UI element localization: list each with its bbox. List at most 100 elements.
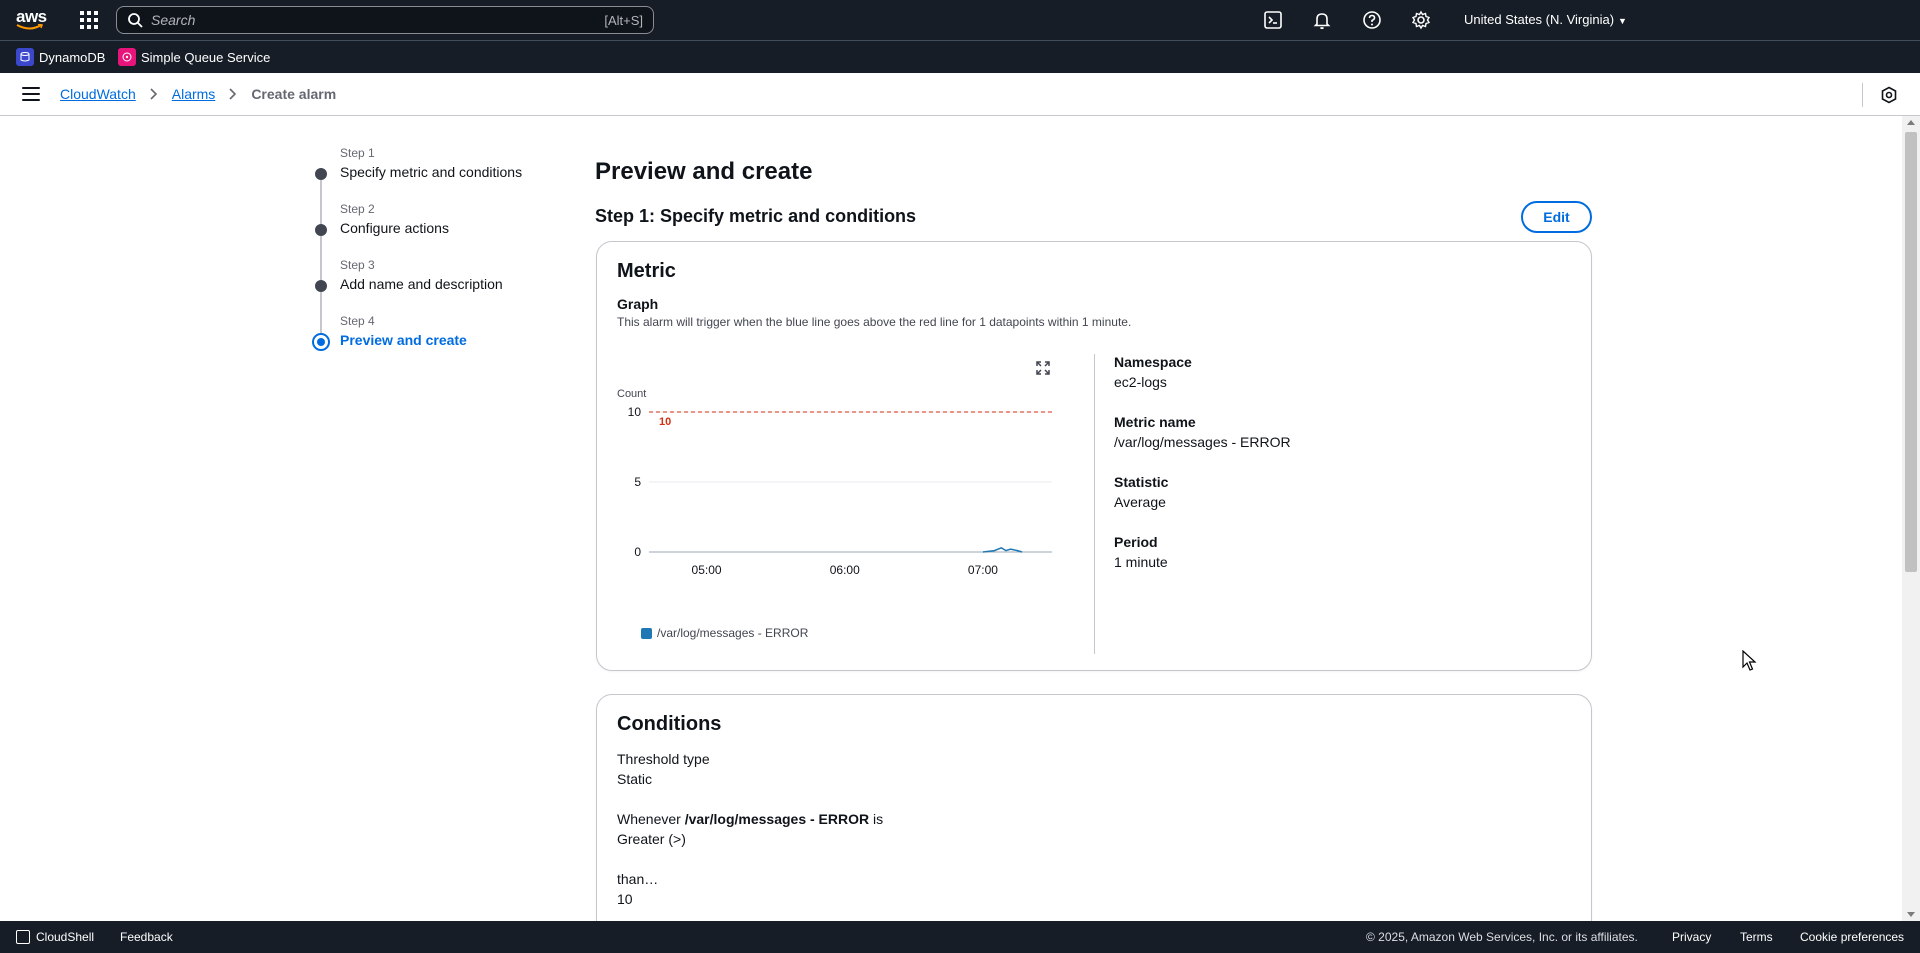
than-value: 10 [617,891,633,907]
scroll-down-icon[interactable] [1907,912,1915,917]
edit-button[interactable]: Edit [1521,201,1592,233]
cloudshell-label: CloudShell [36,930,95,944]
wizard-step-4: Step 4 Preview and create [310,314,550,370]
chart-legend[interactable]: /var/log/messages - ERROR [641,626,808,640]
field-value: Average [1114,494,1166,510]
favorite-sqs[interactable]: Simple Queue Service [118,48,270,66]
threshold-type-label: Threshold type [617,751,710,767]
search-input[interactable] [151,12,605,28]
bell-icon[interactable] [1312,10,1332,30]
cookie-preferences-link[interactable]: Cookie preferences [1800,930,1904,944]
graph-description: This alarm will trigger when the blue li… [617,315,1132,329]
caret-down-icon: ▼ [1618,16,1627,26]
privacy-link[interactable]: Privacy [1672,930,1711,944]
step-dot [315,224,327,236]
divider [1094,354,1095,654]
namespace-field: Namespace ec2-logs [1114,354,1192,390]
favorites-bar: DynamoDB Simple Queue Service [0,40,1920,73]
feedback-link[interactable]: Feedback [120,930,173,944]
comparison-value: Greater (>) [617,831,686,847]
step-number: Step 1 [340,146,375,160]
step-label: Configure actions [340,220,449,236]
field-label: Statistic [1114,474,1169,490]
search-bar[interactable]: [Alt+S] [116,6,654,34]
step-dot [315,280,327,292]
than-label: than… [617,871,659,887]
step-dot-active [312,333,330,351]
chevron-right-icon [150,88,157,100]
favorite-dynamodb[interactable]: DynamoDB [16,48,105,66]
metric-card: Metric Graph This alarm will trigger whe… [596,241,1592,671]
mouse-cursor-icon [1742,650,1757,671]
y-tick-label: 5 [634,475,641,489]
field-value: ec2-logs [1114,374,1167,390]
y-axis-label: Count [617,388,646,400]
series-line [982,546,1023,553]
top-navigation: aws [Alt+S] United States (N. Virginia)▼ [0,0,1920,40]
aws-logo[interactable]: aws [16,8,50,32]
aws-logo-text: aws [16,7,47,26]
x-tick-label: 07:00 [968,563,998,577]
statistic-field: Statistic Average [1114,474,1168,510]
card-title: Metric [617,260,676,282]
breadcrumb: CloudWatch Alarms Create alarm [60,86,336,102]
search-shortcut: [Alt+S] [604,12,643,28]
scroll-up-icon[interactable] [1907,120,1915,125]
whenever-text: Whenever /var/log/messages - ERROR is [617,811,883,827]
threshold-label: 10 [659,416,671,428]
card-title: Conditions [617,713,722,735]
menu-icon[interactable] [22,87,40,101]
wizard-steps: Step 1 Specify metric and conditions Ste… [310,146,550,370]
y-tick-label: 0 [634,545,641,559]
scrollbar-thumb[interactable] [1905,132,1917,572]
x-tick-label: 05:00 [692,563,722,577]
copyright: © 2025, Amazon Web Services, Inc. or its… [1366,930,1638,944]
step-label: Specify metric and conditions [340,164,523,180]
dynamodb-icon [16,48,34,66]
breadcrumb-alarms[interactable]: Alarms [172,86,216,102]
gear-icon[interactable] [1411,10,1431,30]
graph-label: Graph [617,296,659,312]
wizard-step-1[interactable]: Step 1 Specify metric and conditions [310,146,550,224]
hexagon-settings-icon[interactable] [1880,86,1898,104]
services-grid-icon[interactable] [80,11,98,29]
sqs-icon [118,48,136,66]
wizard-step-3[interactable]: Step 3 Add name and description [310,258,550,336]
favorite-label: DynamoDB [39,49,106,65]
step-number: Step 4 [340,314,375,328]
page-title: Preview and create [595,158,813,185]
cloudshell-icon[interactable] [1263,10,1283,30]
field-value: /var/log/messages - ERROR [1114,434,1291,450]
threshold-type-value: Static [617,771,653,787]
chevron-right-icon [229,88,237,100]
cloudshell-icon [16,930,30,944]
step-number: Step 3 [340,258,375,272]
metric-name-field: Metric name /var/log/messages - ERROR [1114,414,1291,450]
breadcrumb-cloudwatch[interactable]: CloudWatch [60,86,136,102]
breadcrumb-current: Create alarm [251,86,337,102]
whenever-prefix: Whenever [617,811,681,827]
cloudshell-button[interactable]: CloudShell [16,930,94,944]
region-selector[interactable]: United States (N. Virginia) ▼ [1464,12,1627,27]
footer: CloudShell Feedback © 2025, Amazon Web S… [0,921,1920,953]
terms-link[interactable]: Terms [1740,930,1773,944]
x-tick-label: 06:00 [830,563,860,577]
section-title: Step 1: Specify metric and conditions [595,206,917,226]
step-label: Add name and description [340,276,503,292]
field-value: 1 minute [1114,554,1168,570]
y-tick-label: 10 [628,405,642,419]
field-label: Metric name [1114,414,1196,430]
wizard-step-2[interactable]: Step 2 Configure actions [310,202,550,280]
step-number: Step 2 [340,202,375,216]
legend-swatch [641,627,652,639]
field-label: Period [1114,534,1158,550]
legend-label: /var/log/messages - ERROR [657,626,809,640]
conditions-card: Conditions Threshold type Static Wheneve… [596,694,1592,921]
period-field: Period 1 minute [1114,534,1168,570]
whenever-suffix: is [873,811,884,827]
field-label: Namespace [1114,354,1192,370]
help-icon[interactable] [1362,10,1382,30]
breadcrumb-bar: CloudWatch Alarms Create alarm [0,73,1920,116]
page-scrollbar[interactable] [1902,116,1920,921]
favorite-label: Simple Queue Service [141,49,271,65]
